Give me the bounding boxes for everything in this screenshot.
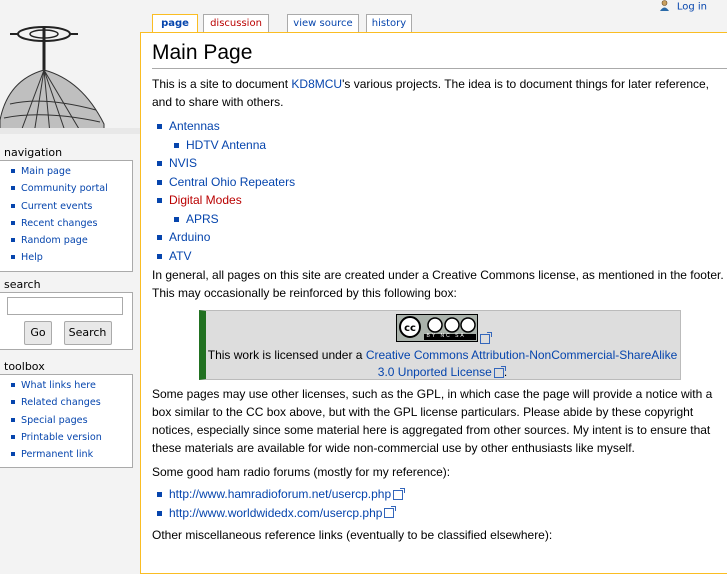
personal-tools: Log in xyxy=(659,0,707,14)
list-item: Recent changes xyxy=(0,215,132,232)
page-title: Main Page xyxy=(152,41,727,69)
list-item: Random page xyxy=(0,232,132,249)
list-item: ATV xyxy=(152,247,727,266)
toolbox-list: What links here Related changes Special pa… xyxy=(0,377,132,463)
list-item: Community portal xyxy=(0,180,132,197)
list-item: http://www.worldwidedx.com/usercp.php xyxy=(152,504,727,523)
search-button[interactable]: Search xyxy=(63,321,112,345)
sidebar-nav-link[interactable]: Current events xyxy=(21,201,92,212)
search-portlet: search Go Search xyxy=(0,278,133,350)
forum-link[interactable]: http://www.worldwidedx.com/usercp.php xyxy=(169,506,382,520)
cc-by-nc-sa-badge-icon[interactable]: cc BY NC SA xyxy=(395,314,478,342)
list-item: Related changes xyxy=(0,394,132,411)
kd8mcu-link[interactable]: KD8MCU xyxy=(291,77,342,91)
list-item: Special pages xyxy=(0,412,132,429)
toolbox-heading: toolbox xyxy=(4,360,45,373)
project-link[interactable]: ATV xyxy=(169,249,191,263)
list-item: Central Ohio Repeaters xyxy=(152,173,727,192)
list-item: Current events xyxy=(0,198,132,215)
svg-text:cc: cc xyxy=(404,323,416,334)
list-item: HDTV Antenna xyxy=(152,136,727,155)
navigation-heading: navigation xyxy=(4,146,63,159)
external-link-icon xyxy=(393,487,406,500)
sidebar-nav-link[interactable]: Community portal xyxy=(21,183,108,194)
list-item: What links here xyxy=(0,377,132,394)
project-link[interactable]: Antennas xyxy=(169,119,220,133)
search-input[interactable] xyxy=(7,297,123,315)
tab-discussion[interactable]: discussion xyxy=(203,14,269,32)
tab-history[interactable]: history xyxy=(366,14,412,32)
list-item: APRS xyxy=(152,210,727,229)
go-button[interactable]: Go xyxy=(24,321,52,345)
site-logo[interactable] xyxy=(0,0,148,135)
project-link[interactable]: APRS xyxy=(186,212,219,226)
list-item: Permanent link xyxy=(0,446,132,463)
sidebar-nav-link[interactable]: Main page xyxy=(21,166,71,177)
project-link[interactable]: Digital Modes xyxy=(169,193,242,207)
list-item: Antennas xyxy=(152,117,727,136)
misc-intro: Other miscellaneous reference links (eve… xyxy=(152,528,553,542)
external-link-icon xyxy=(384,506,397,519)
project-link[interactable]: NVIS xyxy=(169,156,197,170)
list-item: NVIS xyxy=(152,154,727,173)
intro-paragraph: This is a site to document KD8MCU's vari… xyxy=(152,77,709,109)
sidebar-tool-link[interactable]: Printable version xyxy=(21,432,102,443)
gpl-paragraph: Some pages may use other licenses, such … xyxy=(152,387,713,455)
sidebar-tool-link[interactable]: Special pages xyxy=(21,415,88,426)
tab-page[interactable]: page xyxy=(152,14,198,33)
navigation-portlet: navigation Main page Community portal Curr… xyxy=(0,146,133,272)
project-link[interactable]: Arduino xyxy=(169,230,210,244)
list-item: Printable version xyxy=(0,429,132,446)
external-link-icon xyxy=(493,365,506,378)
list-item: http://www.hamradioforum.net/usercp.php xyxy=(152,485,727,504)
sidebar-tool-link[interactable]: Related changes xyxy=(21,397,101,408)
login-link[interactable]: Log in xyxy=(677,2,707,13)
sidebar-tool-link[interactable]: What links here xyxy=(21,380,96,391)
cc-license-link[interactable]: Creative Commons Attribution-NonCommerci… xyxy=(366,348,677,379)
project-link[interactable]: HDTV Antenna xyxy=(186,138,266,152)
list-item: Digital Modes xyxy=(152,191,727,210)
list-item: Arduino xyxy=(152,228,727,247)
project-link[interactable]: Central Ohio Repeaters xyxy=(169,175,295,189)
sidebar-nav-link[interactable]: Random page xyxy=(21,235,88,246)
main-content: Main Page This is a site to document KD8… xyxy=(140,32,727,574)
forum-link[interactable]: http://www.hamradioforum.net/usercp.php xyxy=(169,487,391,501)
forum-list: http://www.hamradioforum.net/usercp.php h… xyxy=(152,485,727,522)
project-list: Antennas HDTV Antenna NVIS Central Ohio Rep… xyxy=(152,117,727,265)
list-item: Main page xyxy=(0,163,132,180)
sidebar-nav-link[interactable]: Help xyxy=(21,252,43,263)
tab-view-source[interactable]: view source xyxy=(287,14,359,32)
toolbox-portlet: toolbox What links here Related changes Sp… xyxy=(0,360,133,469)
external-link-icon xyxy=(479,331,492,344)
search-heading: search xyxy=(4,278,41,291)
tower-logo-icon xyxy=(0,26,148,135)
navigation-list: Main page Community portal Current events R… xyxy=(0,163,132,267)
sidebar-nav-link[interactable]: Recent changes xyxy=(21,218,98,229)
sidebar-tool-link[interactable]: Permanent link xyxy=(21,449,93,460)
license-intro: In general, all pages on this site are c… xyxy=(152,268,724,300)
cc-license-box: cc BY NC SA This work is licensed under … xyxy=(198,310,681,380)
user-icon xyxy=(659,0,670,14)
forums-intro: Some good ham radio forums (mostly for m… xyxy=(152,465,451,479)
list-item: Help xyxy=(0,249,132,266)
